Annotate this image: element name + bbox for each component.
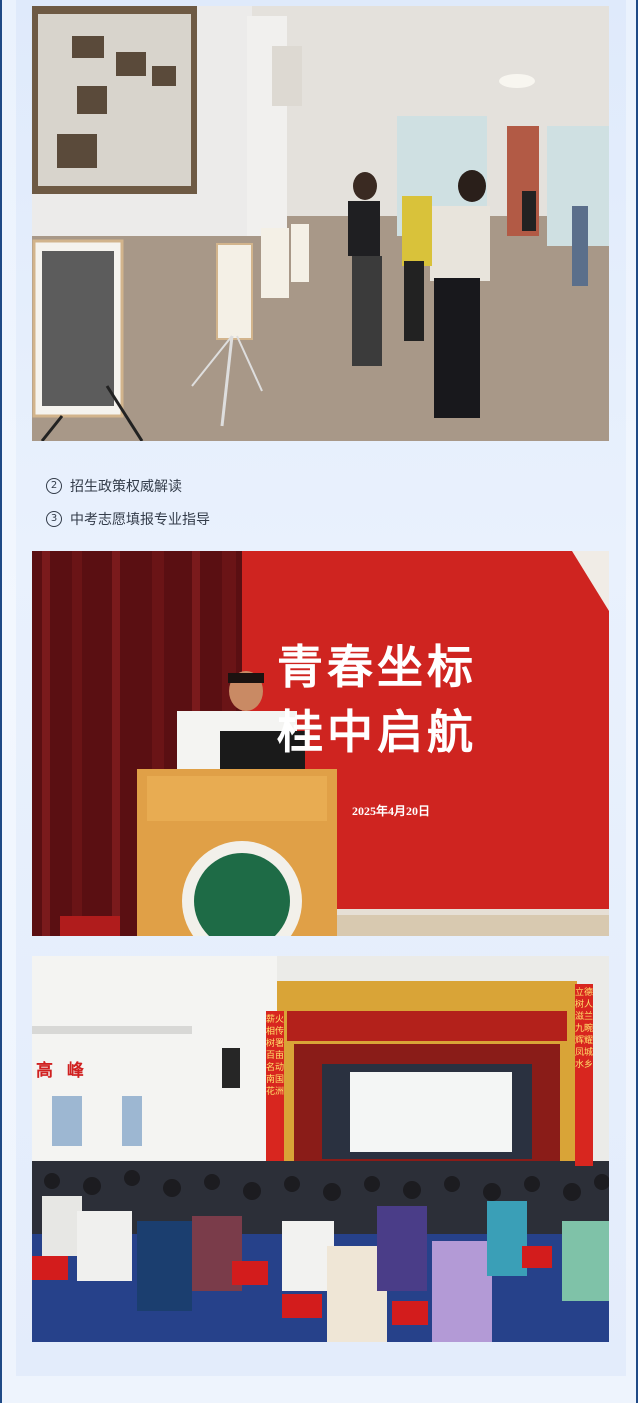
slide-date: 2025年4月20日	[352, 804, 431, 818]
list-item-label: 招生政策权威解读	[70, 479, 182, 495]
slide-title-line2: 桂中启航	[277, 705, 477, 759]
auditorium-photo: 薪火相传树署百亩名动南国花洲 立德树人滋兰九畹辉耀凤城水乡 高 峰	[32, 956, 609, 1342]
list-item: 3 中考志愿填报专业指导	[46, 509, 210, 529]
building-sign: 高 峰	[36, 1061, 88, 1081]
slide-title-line1: 青春坐标	[277, 640, 477, 694]
left-vertical-banner: 薪火相传树署百亩名动南国花洲	[266, 1011, 284, 1161]
exhibition-scene	[32, 6, 609, 441]
speech-photo: 青春坐标 桂中启航 2025年4月20日	[32, 551, 609, 936]
circled-number-icon: 3	[46, 511, 62, 527]
circled-number-icon: 2	[46, 478, 62, 494]
exhibition-photo	[32, 6, 609, 441]
right-vertical-banner: 立德树人滋兰九畹辉耀凤城水乡	[575, 984, 593, 1166]
list-item: 2 招生政策权威解读	[46, 476, 182, 496]
page-frame: 2 招生政策权威解读 3 中考志愿填报专业指导 青春坐标 桂中启航 2025年4…	[0, 0, 638, 1403]
list-item-label: 中考志愿填报专业指导	[70, 512, 210, 528]
auditorium-scene	[32, 956, 609, 1342]
